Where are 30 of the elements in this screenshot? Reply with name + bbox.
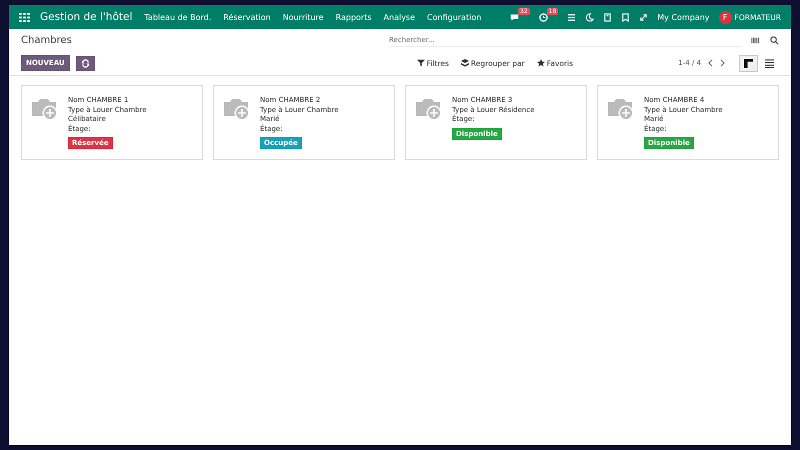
menu-item[interactable]: Rapports <box>336 12 372 22</box>
clock-icon[interactable] <box>538 12 548 22</box>
menu-item[interactable]: Nourriture <box>282 12 324 22</box>
chat-icon[interactable] <box>510 12 519 22</box>
page-title: Chambres <box>21 34 72 46</box>
menu-item[interactable]: Analyse <box>384 12 416 22</box>
menu-item[interactable]: Configuration <box>427 12 482 22</box>
refresh-icon <box>80 58 90 68</box>
expand-icon[interactable] <box>639 12 648 22</box>
bookmark-icon[interactable] <box>621 12 630 22</box>
previous-icon[interactable] <box>708 59 713 67</box>
kanban-view-button[interactable] <box>739 54 758 72</box>
company-name[interactable]: My Company <box>657 12 710 22</box>
book-icon[interactable] <box>603 12 612 22</box>
moon-icon[interactable] <box>585 12 594 22</box>
menu-item[interactable]: Réservation <box>223 12 271 22</box>
refresh-button[interactable] <box>76 56 95 70</box>
star-icon <box>536 59 545 67</box>
layers-icon <box>460 59 469 67</box>
kanban-icon <box>744 58 753 68</box>
menu-item[interactable]: Tableau de Bord. <box>144 12 212 22</box>
next-icon[interactable] <box>720 59 725 67</box>
barcode-icon[interactable] <box>751 36 760 44</box>
user-avatar[interactable]: F <box>718 10 732 24</box>
app-name[interactable]: Gestion de l'hôtel <box>40 11 132 23</box>
apps-menu-icon[interactable] <box>19 12 30 22</box>
list-view-icon <box>765 58 774 68</box>
list-icon[interactable] <box>567 12 576 22</box>
search-icon[interactable] <box>770 36 779 44</box>
filter-icon <box>416 59 425 67</box>
